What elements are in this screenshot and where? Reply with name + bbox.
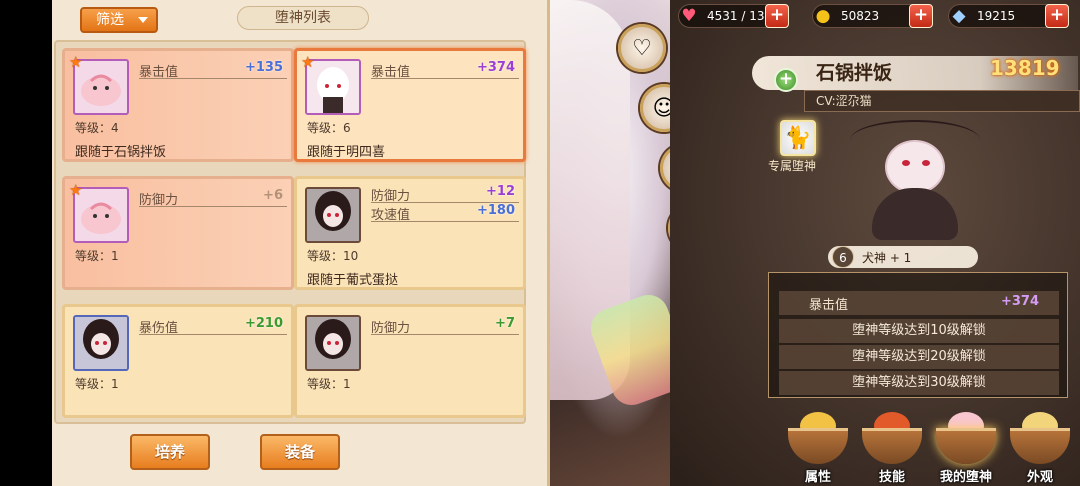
stat-value: +374 bbox=[1000, 294, 1039, 309]
stat-name: 暴击值 bbox=[139, 65, 179, 80]
fallen-god-card-selected[interactable]: ★ 暴击值 +374 等级：6 跟随于明四喜 bbox=[294, 48, 526, 162]
stat-row: 暴击值 +135 bbox=[139, 60, 287, 80]
level-text: 等级：1 bbox=[75, 377, 119, 391]
fallen-god-figure bbox=[850, 120, 980, 240]
unlock-row: 堕神等级达到20级解锁 bbox=[779, 345, 1059, 369]
stat-name: 暴击值 bbox=[371, 65, 411, 80]
level-text: 等级：10 bbox=[307, 249, 359, 263]
cat-icon[interactable]: 🐈 bbox=[780, 120, 816, 156]
level-text: 等级：4 bbox=[75, 121, 119, 135]
card-grid: ★ 暴击值 +135 等级：4 跟随于石锅拌饭 ★ 暴击值 +374 等级：6 … bbox=[54, 40, 526, 424]
tab-label: 技能 bbox=[878, 470, 905, 485]
stat-name: 暴伤值 bbox=[139, 321, 179, 336]
stat-name: 暴击值 bbox=[809, 298, 849, 313]
stamina-resource: ♥ 4531 / 133 + bbox=[678, 4, 789, 28]
tab-label: 我的堕神 bbox=[939, 470, 992, 485]
level-text: 等级：1 bbox=[75, 249, 119, 263]
add-crystal-button[interactable]: + bbox=[1045, 4, 1069, 28]
stat-value: +12 bbox=[486, 184, 515, 199]
voice-actor: CV:涩尕猫 bbox=[816, 94, 872, 108]
stat-name: 防御力 bbox=[371, 321, 411, 336]
crystal-icon: ◆ bbox=[952, 6, 966, 26]
tab-skills[interactable]: 技能 bbox=[856, 410, 928, 486]
figure-eye bbox=[902, 160, 910, 166]
list-title: 堕神列表 bbox=[237, 6, 369, 30]
fallen-god-name: 犬神 + 1 bbox=[862, 251, 912, 265]
fallen-god-card[interactable]: 防御力 +12 攻速值 +180 等级：10 跟随于葡式蛋挞 bbox=[294, 176, 526, 290]
tab-label: 属性 bbox=[804, 470, 831, 485]
stat-row: 防御力 +12 bbox=[371, 184, 519, 204]
coin-icon: ● bbox=[815, 6, 831, 26]
stat-row: 防御力 +7 bbox=[371, 316, 519, 336]
stamina-value: 4531 / 133 bbox=[707, 9, 773, 23]
heart-icon: ♥ bbox=[681, 6, 697, 26]
stat-value: +135 bbox=[244, 60, 283, 75]
stat-name: 攻速值 bbox=[371, 208, 411, 223]
fallen-god-card[interactable]: ★ 暴击值 +135 等级：4 跟随于石锅拌饭 bbox=[62, 48, 294, 162]
resource-bar: ♥ 4531 / 133 + ● 50823 + ◆ 19215 + bbox=[670, 0, 1080, 32]
stat-row: 暴伤值 +210 bbox=[139, 316, 287, 336]
level-text: 等级：1 bbox=[307, 377, 351, 391]
gold-value: 50823 bbox=[841, 9, 880, 23]
level-badge: 6 bbox=[832, 246, 854, 268]
stat-value: +180 bbox=[476, 203, 515, 218]
follow-text: 跟随于石锅拌饭 bbox=[75, 145, 167, 160]
stat-value: +210 bbox=[244, 316, 283, 331]
star-icon: ★ bbox=[69, 53, 83, 71]
unlock-row: 堕神等级达到10级解锁 bbox=[779, 319, 1059, 343]
stat-name: 防御力 bbox=[371, 189, 411, 204]
character-detail-panel: ♥ 4531 / 133 + ● 50823 + ◆ 19215 + + 石锅拌… bbox=[670, 0, 1080, 486]
bowl-icon bbox=[862, 428, 922, 464]
stat-panel: 暴击值 +374 堕神等级达到10级解锁 堕神等级达到20级解锁 堕神等级达到3… bbox=[768, 272, 1068, 398]
stat-row: 暴击值 +374 bbox=[371, 60, 519, 80]
figure-body bbox=[872, 188, 958, 240]
portrait-dark-hair bbox=[305, 187, 361, 243]
fallen-god-card[interactable]: 防御力 +7 等级：1 bbox=[294, 304, 526, 418]
upgrade-plus-button[interactable]: + bbox=[774, 68, 798, 92]
stat-row: 防御力 +6 bbox=[139, 188, 287, 208]
figure-head bbox=[885, 140, 945, 194]
combat-power: 13819 bbox=[990, 56, 1060, 80]
star-icon: ★ bbox=[301, 53, 315, 71]
add-gold-button[interactable]: + bbox=[909, 4, 933, 28]
fallen-god-card[interactable]: ★ 防御力 +6 等级：1 bbox=[62, 176, 294, 290]
stat-value: +7 bbox=[495, 316, 515, 331]
exclusive-god-label: 专属堕神 bbox=[768, 159, 817, 173]
bowl-icon bbox=[1010, 428, 1070, 464]
tab-my-fallen-gods[interactable]: 我的堕神 bbox=[930, 410, 1002, 486]
stat-row: 攻速值 +180 bbox=[371, 203, 519, 223]
cultivate-button[interactable]: 培养 bbox=[130, 434, 210, 470]
stat-value: +374 bbox=[476, 60, 515, 75]
stat-row: 暴击值 +374 bbox=[779, 291, 1059, 315]
heart-icon[interactable]: ♡ bbox=[618, 24, 666, 72]
stat-name: 防御力 bbox=[139, 193, 179, 208]
tab-label: 外观 bbox=[1026, 470, 1053, 485]
tab-appearance[interactable]: 外观 bbox=[1004, 410, 1076, 486]
bowl-icon bbox=[936, 428, 996, 464]
tab-attributes[interactable]: 属性 bbox=[782, 410, 854, 486]
unlock-row: 堕神等级达到30级解锁 bbox=[779, 371, 1059, 395]
stat-value: +6 bbox=[263, 188, 283, 203]
level-text: 等级：6 bbox=[307, 121, 351, 135]
dropdown-arrow-icon bbox=[138, 17, 148, 23]
equip-button[interactable]: 装备 bbox=[260, 434, 340, 470]
portrait-dark-hair bbox=[305, 315, 361, 371]
follow-text: 跟随于明四喜 bbox=[307, 145, 386, 160]
fallen-god-card[interactable]: 暴伤值 +210 等级：1 bbox=[62, 304, 294, 418]
filter-label: 筛选 bbox=[96, 12, 124, 28]
character-name: 石锅拌饭 bbox=[816, 62, 893, 84]
figure-eye bbox=[922, 160, 930, 166]
add-stamina-button[interactable]: + bbox=[765, 4, 789, 28]
bowl-icon bbox=[788, 428, 848, 464]
portrait-dark-hair bbox=[73, 315, 129, 371]
star-icon: ★ bbox=[69, 181, 83, 199]
crystal-value: 19215 bbox=[977, 9, 1016, 23]
gold-resource: ● 50823 + bbox=[812, 4, 933, 28]
fallen-god-list-panel: 筛选 堕神列表 ★ 暴击值 +135 等级：4 跟随于石锅拌饭 ★ 暴击值 +3… bbox=[52, 0, 550, 486]
follow-text: 跟随于葡式蛋挞 bbox=[307, 273, 399, 288]
filter-button[interactable]: 筛选 bbox=[80, 7, 158, 33]
crystal-resource: ◆ 19215 + bbox=[948, 4, 1069, 28]
